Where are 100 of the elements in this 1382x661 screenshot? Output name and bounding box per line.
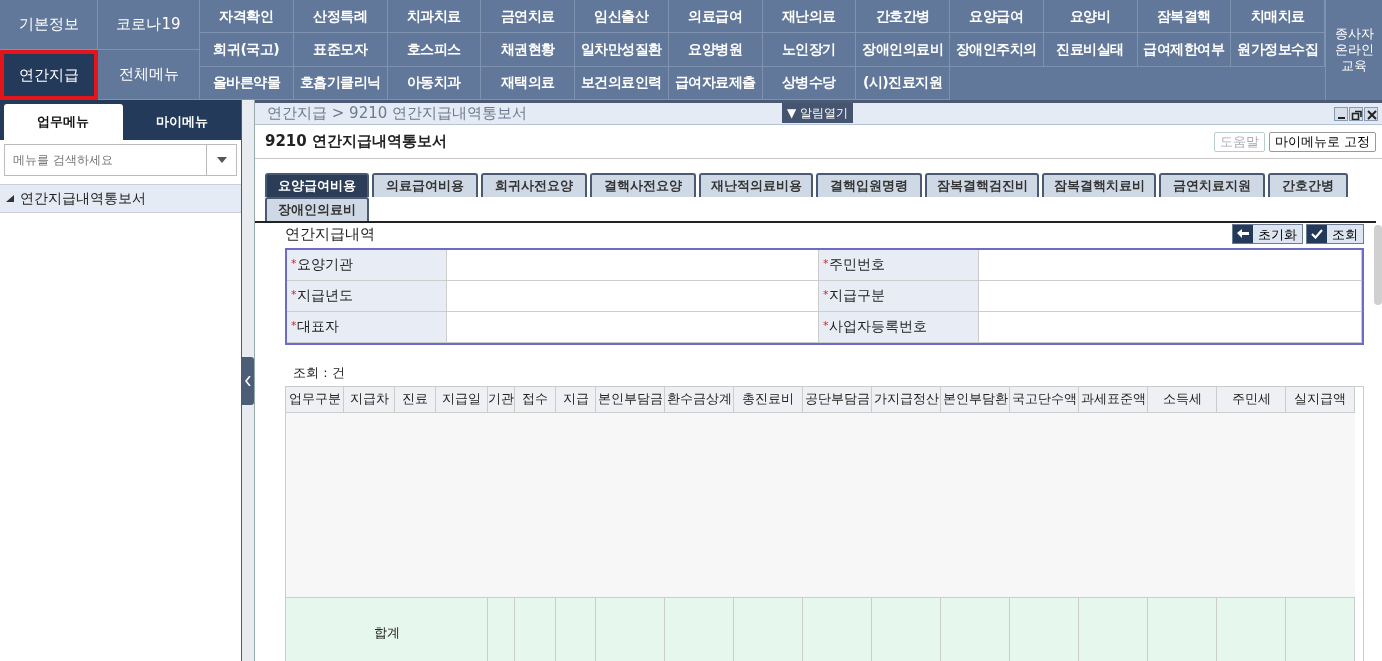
tab[interactable]: 요양급여비용 [265,173,369,197]
table-cell [1286,598,1355,661]
menu-item[interactable]: 치매치료 [1231,0,1325,34]
menu-item[interactable]: 호스피스 [387,33,482,67]
menu-item[interactable]: 자격확인 [200,0,294,34]
column-header: 진료 [395,387,436,413]
table-cell [872,598,941,661]
header-button[interactable]: 마이메뉴로 고정 [1268,131,1376,152]
menu-item[interactable]: 희귀(국고) [200,33,294,67]
menu-item[interactable]: 연간지급 [0,50,98,100]
input-field[interactable] [447,249,819,281]
menu-item[interactable]: 금연치료 [481,0,575,34]
tab[interactable]: 결핵사전요양 [590,173,696,197]
column-header: 주민세 [1217,387,1286,413]
column-header: 업무구분 [286,387,344,413]
field-label: *사업자등록번호 [819,311,979,343]
menu-item[interactable]: 종사자 온라인 교육 [1325,0,1382,100]
table-cell [803,598,872,661]
tab[interactable]: 의료급여비용 [372,173,478,197]
menu-item[interactable]: 의료급여 [668,0,763,34]
table-cell [1217,598,1286,661]
caret-icon [216,157,227,163]
collapse-handle[interactable] [242,356,254,405]
close-icon[interactable] [1364,106,1378,121]
menu-item[interactable]: 호흡기클리닉 [293,66,388,100]
tab[interactable]: 희귀사전요양 [481,173,587,197]
menu-item[interactable]: 재택의료 [481,66,575,100]
tab[interactable]: 장애인의료비 [265,197,369,221]
menu-item[interactable]: 표준모자 [293,33,388,67]
tab[interactable]: 잠복결핵치료비 [1042,173,1156,197]
input-field[interactable] [447,311,819,343]
column-header: 지급차 [344,387,395,413]
column-header: 과세표준액 [1079,387,1148,413]
menu-search-field[interactable]: 메뉴를 검색하세요 [4,144,207,176]
input-field[interactable] [979,280,1362,312]
expand-icon[interactable] [6,194,14,203]
menu-item[interactable]: (시)진료지원 [856,66,950,100]
menu-item[interactable]: 아동치과 [387,66,482,100]
menu-item[interactable]: 산정특례 [293,0,388,34]
menu-item[interactable]: 채권현황 [481,33,575,67]
menu-item[interactable]: 간호간병 [856,0,950,34]
scrollbar[interactable] [1374,225,1382,305]
menu-item[interactable]: 보건의료인력 [575,66,669,100]
column-header: 지급일 [436,387,488,413]
breadcrumb: 연간지급 > 9210 연간지급내역통보서 [267,103,528,125]
check-icon [1311,229,1323,240]
menu-item[interactable]: 상병수당 [762,66,857,100]
column-header: 가지급정산 [872,387,941,413]
menu-item[interactable]: 코로나19 [98,0,200,50]
menu-item[interactable]: 원가정보수집 [1231,33,1325,67]
column-header: 환수금상계 [665,387,734,413]
tab[interactable]: 재난적의료비용 [699,173,813,197]
menu-item[interactable]: 진료비실태 [1043,33,1138,67]
field-label: *대표자 [287,311,447,343]
input-field[interactable] [447,280,819,312]
field-label: *요양기관 [287,249,447,281]
column-header: 접수 [515,387,556,413]
menu-item[interactable]: 올바른약물 [200,66,294,100]
menu-item[interactable]: 요양병원 [668,33,763,67]
menu-item[interactable]: 전체메뉴 [98,50,200,100]
field-label: *지급년도 [287,280,447,312]
tab[interactable]: 간호간병 [1268,173,1348,197]
menu-item[interactable]: 급여자료제출 [668,66,763,100]
menu-item[interactable]: 임신출산 [575,0,669,34]
menu-item[interactable]: 일차만성질환 [575,33,669,67]
result-count: 조회 : 건 [293,363,346,382]
menu-item[interactable]: 잠복결핵 [1137,0,1232,34]
field-label: *지급구분 [819,280,979,312]
menu-item[interactable]: 장애인의료비 [856,33,950,67]
input-field[interactable] [979,311,1362,343]
tree-item[interactable]: 연간지급내역통보서 [0,184,241,213]
alert-toggle-button[interactable]: ▼ 알림열기 [782,103,854,123]
chevron-left-icon [245,375,251,386]
column-header: 국고단수액 [1010,387,1079,413]
menu-item[interactable]: 기본정보 [0,0,98,50]
table-cell: 합계 [286,598,488,661]
tab[interactable]: 잠복결핵검진비 [925,173,1039,197]
restore-icon[interactable] [1349,106,1363,121]
sidebar-tab[interactable]: 업무메뉴 [4,104,123,140]
menu-item[interactable]: 급여제한여부 [1137,33,1232,67]
menu-item[interactable]: 요양급여 [950,0,1044,34]
input-field[interactable] [979,249,1362,281]
menu-item[interactable]: 재난의료 [762,0,857,34]
menu-item[interactable]: 요양비 [1043,0,1138,34]
column-header: 본인부담환 [941,387,1010,413]
section-title: 연간지급내역 [285,224,375,245]
menu-item[interactable]: 노인장기 [762,33,857,67]
dropdown-button[interactable] [207,144,237,176]
menu-item[interactable]: 장애인주치의 [950,33,1044,67]
table-cell [941,598,1010,661]
column-header: 소득세 [1148,387,1217,413]
tab[interactable]: 금연치료지원 [1159,173,1265,197]
table-cell [1079,598,1148,661]
table-cell [596,598,665,661]
search-button[interactable]: 조회 [1306,224,1364,245]
minimize-icon[interactable] [1334,106,1348,121]
column-header: 지급 [556,387,596,413]
menu-item[interactable]: 치과치료 [387,0,482,34]
reset-button[interactable]: 초기화 [1232,224,1303,245]
tab[interactable]: 결핵입원명령 [816,173,922,197]
